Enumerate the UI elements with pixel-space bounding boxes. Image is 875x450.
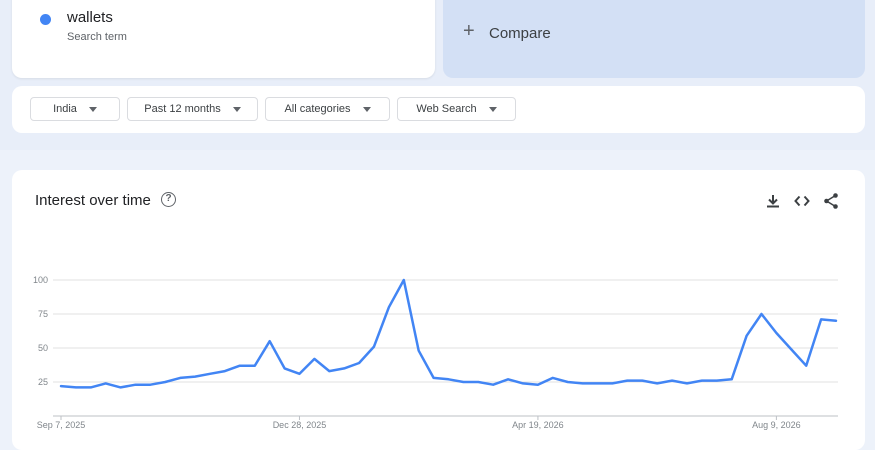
series-line-wallets	[59, 278, 838, 389]
y-tick-label: 100	[33, 275, 48, 285]
y-tick-label: 25	[38, 377, 48, 387]
search-type-filter[interactable]: Web Search	[397, 97, 516, 121]
dropdown-arrow-icon	[488, 106, 497, 112]
interest-over-time-card: Interest over time ? 25 50 75 100 Sep 7, 20…	[12, 170, 865, 450]
search-type-filter-label: Web Search	[416, 103, 477, 115]
compare-button[interactable]: + Compare	[443, 0, 865, 78]
series-color-dot	[40, 14, 51, 25]
category-filter[interactable]: All categories	[265, 97, 390, 121]
dropdown-arrow-icon	[88, 106, 97, 112]
chart-grid	[53, 279, 838, 417]
x-tick-label: Sep 7, 2025	[37, 420, 86, 430]
search-term-name[interactable]: wallets	[67, 9, 113, 26]
search-term-card[interactable]: wallets Search term	[12, 0, 435, 78]
x-tick-label: Dec 28, 2025	[273, 420, 327, 430]
y-tick-label: 50	[38, 343, 48, 353]
time-range-filter-label: Past 12 months	[144, 103, 221, 115]
interest-line-chart: 25 50 75 100 Sep 7, 2025 Dec 28, 2025 Apr 19,…	[33, 275, 838, 430]
dropdown-arrow-icon	[362, 106, 371, 112]
category-filter-label: All categories	[284, 103, 351, 115]
plus-icon: +	[463, 20, 475, 42]
location-filter[interactable]: India	[30, 97, 120, 121]
compare-label: Compare	[489, 25, 551, 42]
y-tick-label: 75	[38, 309, 48, 319]
x-axis-ticks: Sep 7, 2025 Dec 28, 2025 Apr 19, 2026 Aug 9…	[37, 416, 801, 430]
time-range-filter[interactable]: Past 12 months	[127, 97, 258, 121]
filter-bar: India Past 12 months All categories Web …	[12, 86, 865, 133]
x-tick-label: Aug 9, 2026	[752, 420, 801, 430]
y-axis-ticks: 25 50 75 100	[33, 275, 48, 387]
dropdown-arrow-icon	[232, 106, 241, 112]
x-tick-label: Apr 19, 2026	[512, 420, 564, 430]
location-filter-label: India	[53, 103, 77, 115]
search-term-subtitle: Search term	[67, 31, 127, 43]
